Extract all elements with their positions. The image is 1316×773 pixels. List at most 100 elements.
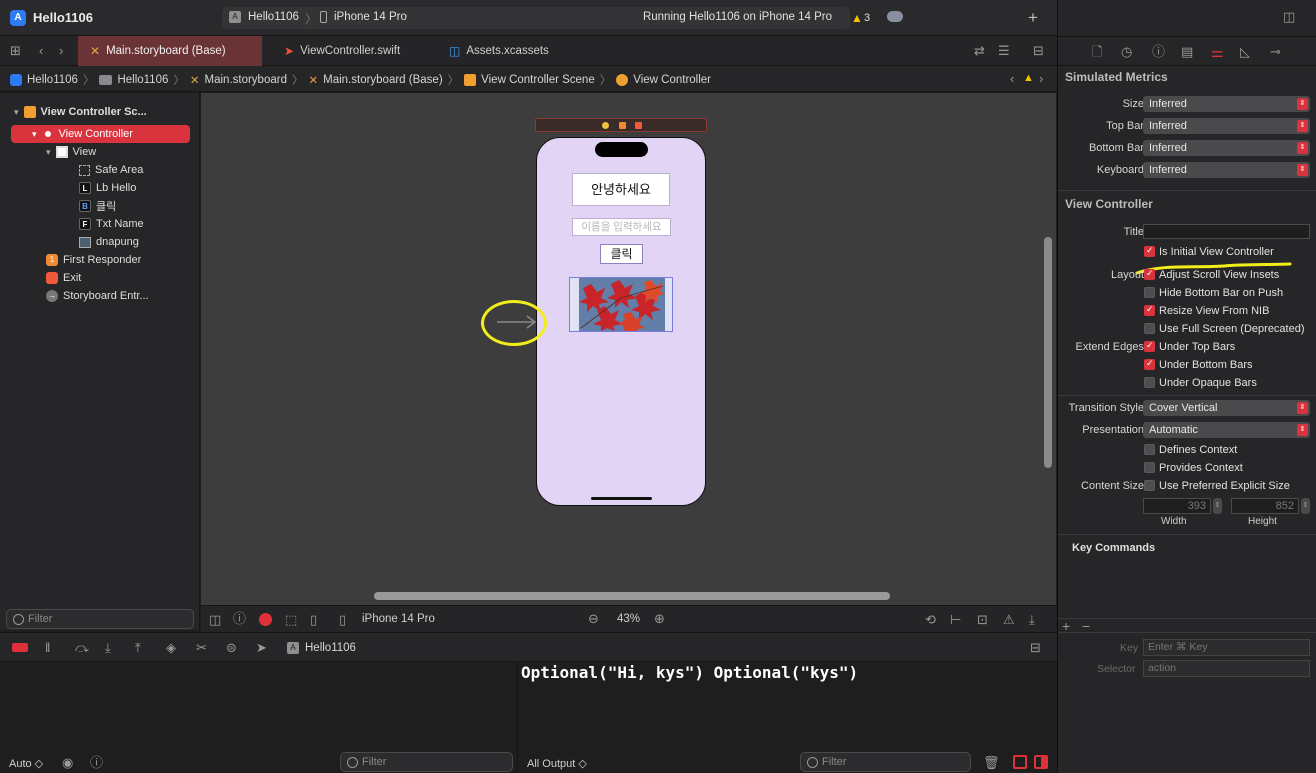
add-constraints-icon[interactable]: ⊡ xyxy=(977,613,988,626)
breadcrumb-file[interactable]: Main.storyboard xyxy=(205,74,287,86)
key-field[interactable]: Enter ⌘ Key xyxy=(1143,639,1310,656)
metric-size-popup[interactable]: Inferred ⇕ xyxy=(1143,96,1310,112)
canvas-device[interactable]: iPhone 14 Pro xyxy=(362,613,435,625)
presentation-popup[interactable]: Automatic ⇕ xyxy=(1143,422,1310,438)
warning-icon[interactable]: ▲ xyxy=(851,11,863,25)
breakpoints-icon[interactable] xyxy=(12,643,28,652)
step-out-icon[interactable]: ⤒ xyxy=(135,641,141,654)
tab-main-storyboard[interactable]: ✕ Main.storyboard (Base) xyxy=(78,36,262,66)
dock-first-responder-icon[interactable] xyxy=(619,122,626,129)
chevron-down-icon[interactable]: ▾ xyxy=(32,129,37,140)
next-issue-icon[interactable]: › xyxy=(1039,72,1043,85)
step-into-icon[interactable]: ⤓ xyxy=(105,641,111,654)
device-icon[interactable]: ▯ xyxy=(339,613,346,626)
scheme-project[interactable]: Hello1106 xyxy=(248,11,299,23)
tab-viewcontroller-swift[interactable]: ➤ ViewController.swift xyxy=(272,36,412,66)
outline-txt-name[interactable]: F Txt Name xyxy=(79,215,144,233)
split-left-icon[interactable] xyxy=(1013,755,1027,769)
outline-scene[interactable]: ▾ View Controller Sc... xyxy=(14,103,147,121)
environment-icon[interactable]: ⊜ xyxy=(226,641,237,654)
connections-inspector-icon[interactable]: ⊸ xyxy=(1270,45,1281,58)
transition-popup[interactable]: Cover Vertical ⇕ xyxy=(1143,400,1310,416)
back-icon[interactable]: ‹ xyxy=(39,44,43,57)
breadcrumb-scene[interactable]: View Controller Scene xyxy=(481,74,595,86)
metric-bottom-bar-popup[interactable]: Inferred ⇕ xyxy=(1143,140,1310,156)
zoom-in-icon[interactable]: ⊕ xyxy=(654,612,665,625)
lines-icon[interactable]: ☰ xyxy=(998,44,1010,57)
warning-icon[interactable]: ▲ xyxy=(1023,72,1034,84)
navigator-filter[interactable]: Filter xyxy=(6,609,194,629)
outline-first-responder[interactable]: 1 First Responder xyxy=(46,251,141,269)
update-frames-icon[interactable]: ⟲ xyxy=(925,613,936,626)
under-bottom-bars-checkbox[interactable] xyxy=(1144,358,1155,370)
chevron-down-icon[interactable]: ▾ xyxy=(14,107,19,118)
dock-exit-icon[interactable] xyxy=(635,122,642,129)
label-hello[interactable]: 안녕하세요 xyxy=(572,173,670,206)
memory-graph-icon[interactable]: ✂ xyxy=(196,641,207,654)
height-stepper-icon[interactable]: ⇕ xyxy=(1301,498,1310,514)
add-icon[interactable]: + xyxy=(1028,9,1038,26)
storyboard-canvas[interactable]: 안녕하세요 이름을 입력하세요 클릭 xyxy=(201,93,1056,605)
vertical-scrollbar[interactable] xyxy=(1044,237,1052,468)
remove-key-command-icon[interactable]: − xyxy=(1082,619,1090,633)
console-filter[interactable]: Filter xyxy=(800,752,971,772)
size-inspector-icon[interactable]: ◺ xyxy=(1240,45,1250,58)
grid-icon[interactable]: ⊞ xyxy=(10,44,21,57)
file-inspector-icon[interactable]: 🗋 xyxy=(1092,45,1102,58)
tab-assets[interactable]: ◫ Assets.xcassets xyxy=(437,36,561,66)
hide-debug-icon[interactable]: ⊟ xyxy=(1030,641,1041,654)
outline-exit[interactable]: Exit xyxy=(46,269,81,287)
provides-context-checkbox[interactable] xyxy=(1144,462,1155,473)
pause-icon[interactable]: ‖ xyxy=(45,641,50,654)
chevron-down-icon[interactable]: ▾ xyxy=(46,147,51,158)
breadcrumb-base[interactable]: Main.storyboard (Base) xyxy=(323,74,443,86)
prev-issue-icon[interactable]: ‹ xyxy=(1010,72,1014,85)
view-debugger-icon[interactable]: ◈ xyxy=(166,641,176,654)
appearance-icon[interactable] xyxy=(259,613,272,626)
identity-inspector-icon[interactable]: ▤ xyxy=(1181,45,1193,58)
explicit-size-checkbox[interactable] xyxy=(1144,480,1155,491)
under-opaque-bars-checkbox[interactable] xyxy=(1144,377,1155,388)
eye-icon[interactable]: ◉ xyxy=(62,756,73,769)
outline-image[interactable]: dnapung xyxy=(79,233,139,251)
adjust-scroll-checkbox[interactable] xyxy=(1144,268,1155,280)
initial-vc-checkbox[interactable] xyxy=(1144,245,1155,257)
auto-selector[interactable]: Auto ◇ xyxy=(9,757,43,770)
defines-context-checkbox[interactable] xyxy=(1144,444,1155,455)
iphone-frame[interactable]: 안녕하세요 이름을 입력하세요 클릭 xyxy=(536,137,706,506)
selector-field[interactable]: action xyxy=(1143,660,1310,677)
debug-project[interactable]: Hello1106 xyxy=(305,642,356,654)
orientation-icon[interactable]: ⬚ xyxy=(285,613,297,626)
outline-button[interactable]: B 클릭 xyxy=(79,197,116,215)
metric-keyboard-popup[interactable]: Inferred ⇕ xyxy=(1143,162,1310,178)
trash-icon[interactable]: 🗑 xyxy=(983,756,1000,769)
resize-view-checkbox[interactable] xyxy=(1144,304,1155,316)
location-icon[interactable]: ➤ xyxy=(256,641,267,654)
output-selector[interactable]: All Output ◇ xyxy=(527,757,587,770)
outline-safe-area[interactable]: Safe Area xyxy=(79,161,143,179)
split-editor-icon[interactable]: ⊟ xyxy=(1033,44,1044,57)
outline-lb-hello[interactable]: L Lb Hello xyxy=(79,179,136,197)
under-top-bars-checkbox[interactable] xyxy=(1144,340,1155,352)
outline-toggle-icon[interactable]: ◫ xyxy=(209,613,221,626)
step-over-icon[interactable]: ⤼ xyxy=(75,641,89,654)
full-screen-checkbox[interactable] xyxy=(1144,323,1155,334)
width-stepper-icon[interactable]: ⇕ xyxy=(1213,498,1222,514)
forward-icon[interactable]: › xyxy=(59,44,63,57)
split-right-icon[interactable] xyxy=(1034,755,1048,769)
cloud-icon[interactable] xyxy=(887,11,903,22)
title-input[interactable] xyxy=(1143,224,1310,239)
hide-bottom-bar-checkbox[interactable] xyxy=(1144,287,1155,298)
accessibility-icon[interactable]: ⓘ xyxy=(233,612,246,625)
help-inspector-icon[interactable]: ⓘ xyxy=(1152,45,1165,58)
outline-view-controller[interactable]: ▾ View Controller xyxy=(32,125,133,143)
metric-top-bar-popup[interactable]: Inferred ⇕ xyxy=(1143,118,1310,134)
width-field[interactable]: 393 xyxy=(1143,498,1211,514)
variables-filter[interactable]: Filter xyxy=(340,752,513,772)
breadcrumb-folder[interactable]: Hello1106 xyxy=(117,74,168,86)
attributes-inspector-icon[interactable]: ⚌ xyxy=(1211,44,1224,61)
history-inspector-icon[interactable]: ◷ xyxy=(1121,45,1132,58)
toggle-inspector-icon[interactable]: ◫ xyxy=(1283,10,1295,23)
add-key-command-icon[interactable]: + xyxy=(1062,619,1070,633)
zoom-out-icon[interactable]: ⊖ xyxy=(588,612,599,625)
